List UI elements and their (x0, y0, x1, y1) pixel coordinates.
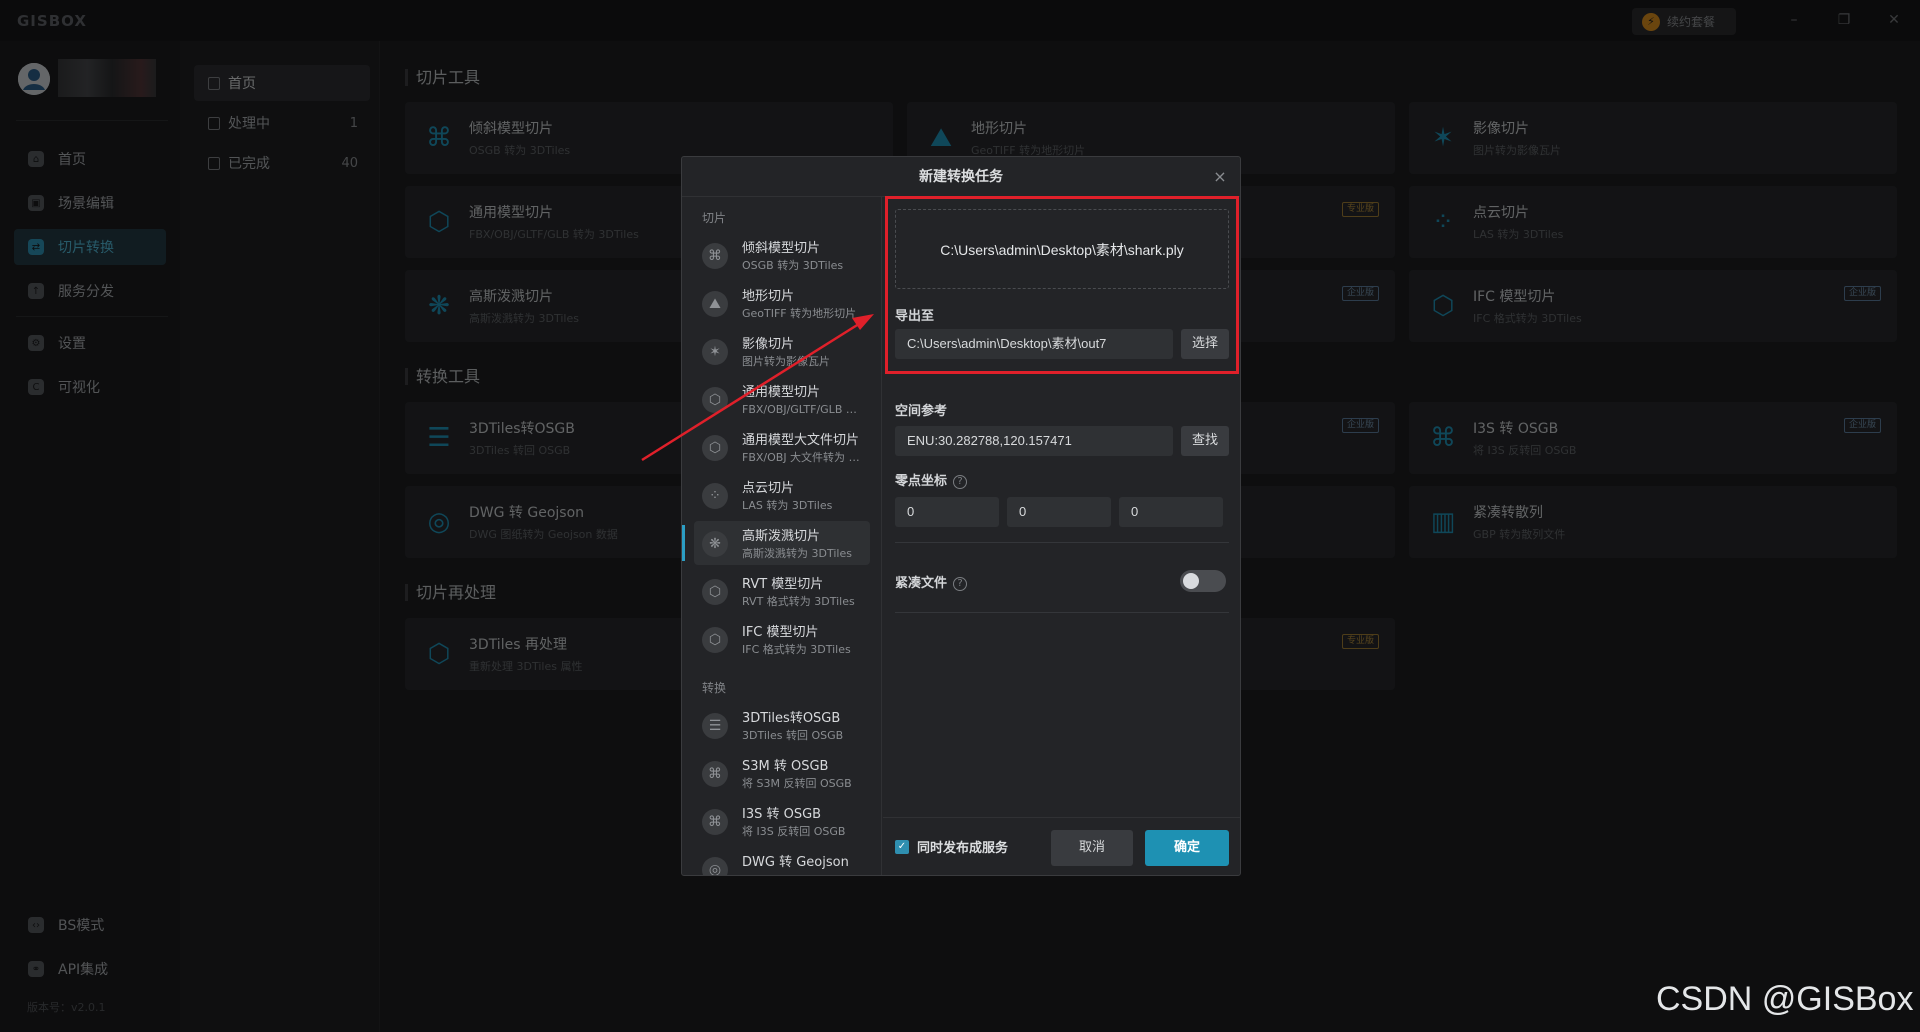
annotation-arrow (641, 314, 874, 462)
watermark: CSDN @GISBox (1656, 980, 1914, 1018)
